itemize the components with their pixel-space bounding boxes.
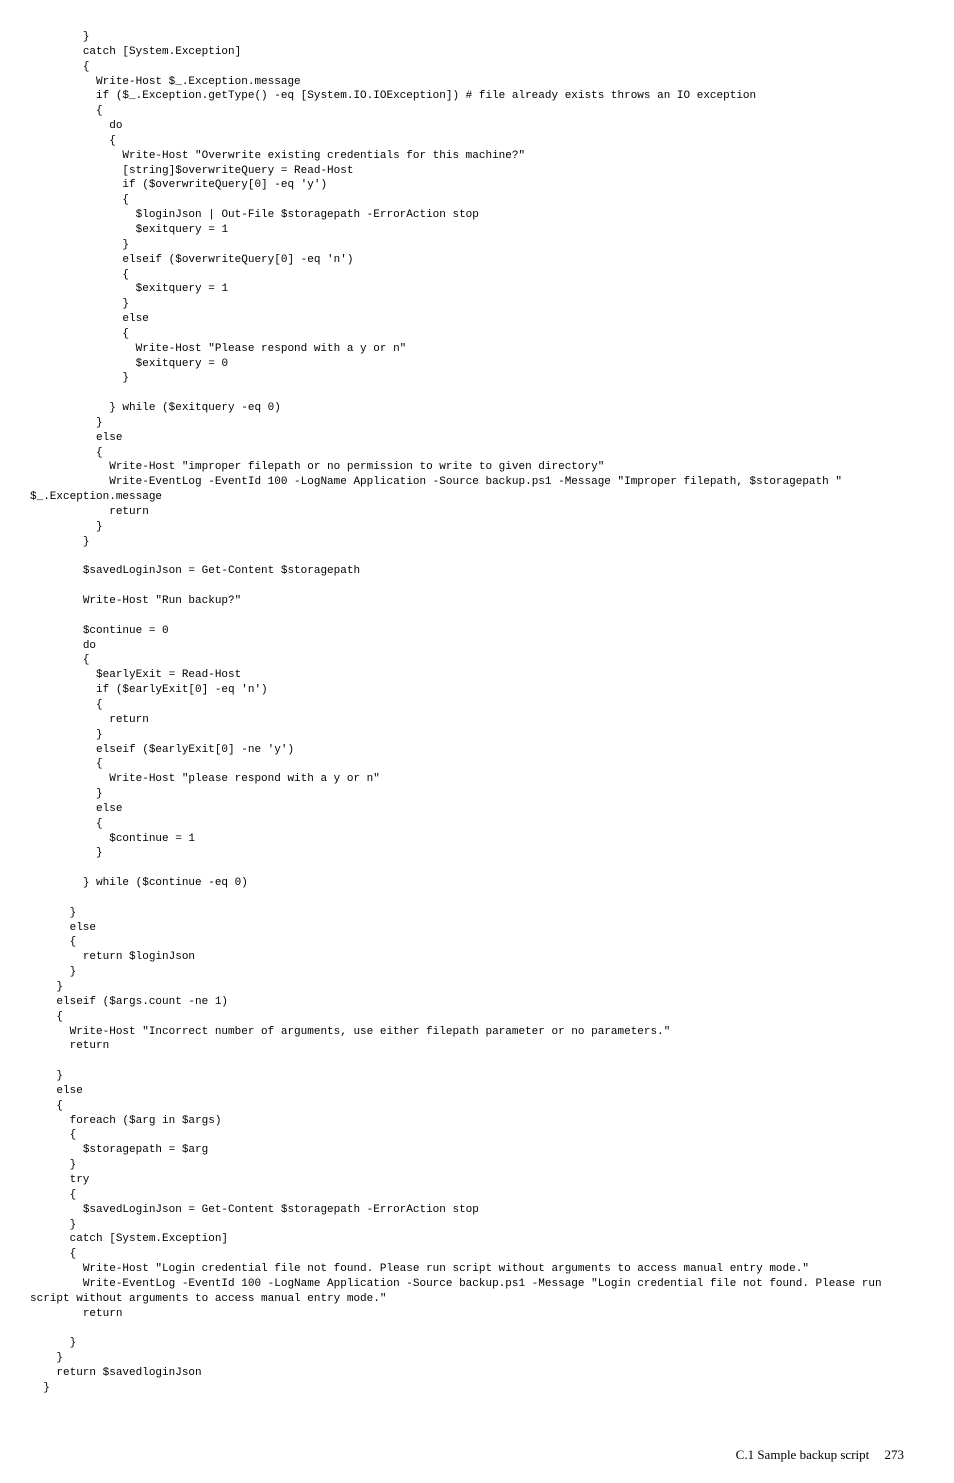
page-footer: C.1 Sample backup script 273: [30, 1446, 924, 1464]
page-number: 273: [885, 1447, 905, 1462]
footer-section-label: C.1 Sample backup script: [736, 1447, 870, 1462]
code-block: } catch [System.Exception] { Write-Host …: [30, 30, 924, 1396]
